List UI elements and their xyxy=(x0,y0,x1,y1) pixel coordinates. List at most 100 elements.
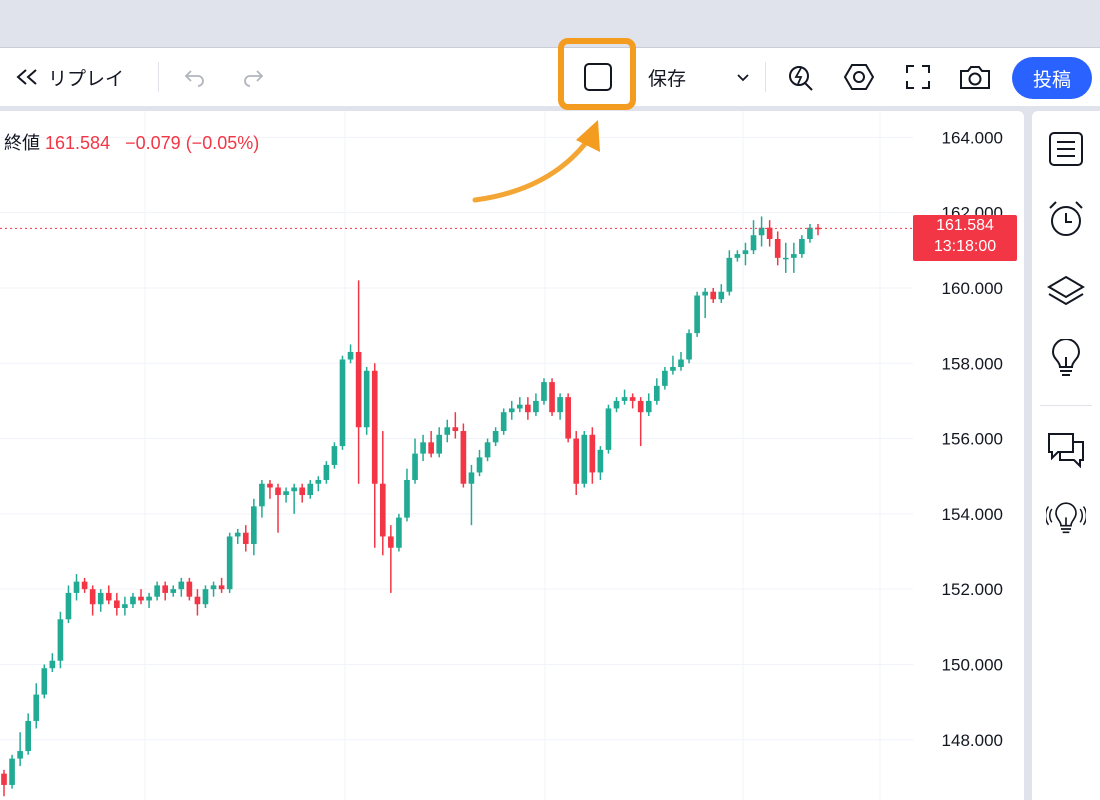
lightbulb-icon xyxy=(1051,339,1081,376)
undo-button[interactable] xyxy=(178,60,212,94)
chat-button[interactable] xyxy=(1046,429,1086,469)
watchlist-button[interactable] xyxy=(1046,129,1086,169)
candle-body xyxy=(347,351,354,360)
candle xyxy=(686,329,692,364)
candle xyxy=(347,344,354,364)
candle-body xyxy=(251,506,257,544)
candle xyxy=(468,464,475,526)
camera-icon xyxy=(960,66,990,89)
candle-body xyxy=(549,382,555,413)
hexagon-settings-icon xyxy=(843,64,875,90)
settings-button[interactable] xyxy=(840,58,878,96)
candle xyxy=(138,589,144,605)
candle-body xyxy=(57,619,64,661)
save-dropdown-button[interactable] xyxy=(732,60,754,94)
save-button[interactable]: 保存 xyxy=(648,60,686,94)
candle xyxy=(17,732,23,767)
candle-body xyxy=(581,434,588,484)
layout-button[interactable] xyxy=(578,58,618,96)
alerts-button[interactable] xyxy=(1046,199,1086,239)
candle xyxy=(621,389,628,405)
candle-body xyxy=(396,517,402,548)
candle xyxy=(307,479,314,499)
layers-icon xyxy=(1047,275,1085,306)
candle xyxy=(791,242,797,273)
candle-body xyxy=(508,408,515,413)
publish-button[interactable]: 投稿 xyxy=(1012,57,1092,99)
price-chart[interactable]: 164.000162.000160.000158.000156.000154.0… xyxy=(0,111,1024,800)
candle-body xyxy=(452,427,459,432)
candle xyxy=(428,431,434,458)
streams-button[interactable] xyxy=(1046,499,1086,539)
snapshot-button[interactable] xyxy=(955,58,995,96)
candle xyxy=(525,397,531,420)
candle-body xyxy=(17,751,23,759)
candle xyxy=(194,589,201,616)
candle xyxy=(678,351,684,371)
candle xyxy=(734,250,741,262)
candle xyxy=(782,242,789,273)
candle xyxy=(766,220,773,247)
candle-body xyxy=(412,453,418,480)
candle xyxy=(758,216,765,247)
candle-body xyxy=(662,370,668,386)
replay-button[interactable]: リプレイ xyxy=(10,58,128,96)
window-top-strip xyxy=(0,0,1100,46)
quick-search-button[interactable] xyxy=(783,58,819,96)
candle-body xyxy=(25,720,31,752)
candle xyxy=(629,393,636,409)
candle xyxy=(516,397,523,413)
chat-icon xyxy=(1048,433,1084,468)
candle-body xyxy=(750,235,757,251)
candle-body xyxy=(492,431,499,443)
y-tick-label: 154.000 xyxy=(942,505,1003,524)
candle xyxy=(130,592,136,608)
candle-body xyxy=(420,442,426,454)
candle-body xyxy=(710,291,717,300)
candle-body xyxy=(460,431,467,484)
candle xyxy=(283,487,289,503)
candle xyxy=(557,393,563,420)
candle-body xyxy=(146,596,152,601)
candle xyxy=(653,378,660,405)
candle-body xyxy=(758,227,765,236)
candle xyxy=(218,577,225,593)
candle xyxy=(396,513,402,552)
fullscreen-button[interactable] xyxy=(900,58,936,96)
candle xyxy=(718,284,725,304)
candle xyxy=(154,581,160,601)
candle xyxy=(65,585,72,624)
candle xyxy=(484,438,491,462)
candle-body xyxy=(234,532,241,537)
candle-body xyxy=(734,254,741,258)
candle-body xyxy=(339,359,346,447)
candle xyxy=(275,483,281,533)
candle-body xyxy=(694,295,700,334)
candle-body xyxy=(791,254,797,258)
candle-body xyxy=(670,367,676,371)
candle xyxy=(710,287,717,304)
redo-button[interactable] xyxy=(236,60,270,94)
ideas-button[interactable] xyxy=(1046,339,1086,379)
candle-body xyxy=(782,257,789,260)
y-tick-label: 148.000 xyxy=(942,731,1003,750)
candle xyxy=(492,427,499,447)
candle xyxy=(581,431,588,488)
candle-body xyxy=(444,427,451,435)
candle-body xyxy=(371,370,378,484)
candle xyxy=(694,291,700,337)
object-tree-button[interactable] xyxy=(1046,271,1086,311)
candle xyxy=(807,223,813,243)
y-tick-label: 160.000 xyxy=(942,279,1003,298)
candle-body xyxy=(33,694,40,721)
candle-body xyxy=(122,604,128,608)
toolbar-divider xyxy=(158,62,159,92)
candle xyxy=(178,577,185,597)
candle xyxy=(1,769,7,797)
y-tick-label: 158.000 xyxy=(942,354,1003,373)
candle-body xyxy=(194,596,201,605)
candle xyxy=(815,223,821,236)
candle xyxy=(371,363,378,548)
legend-close: 161.584 xyxy=(45,133,111,153)
sidebar-divider xyxy=(1040,405,1092,406)
